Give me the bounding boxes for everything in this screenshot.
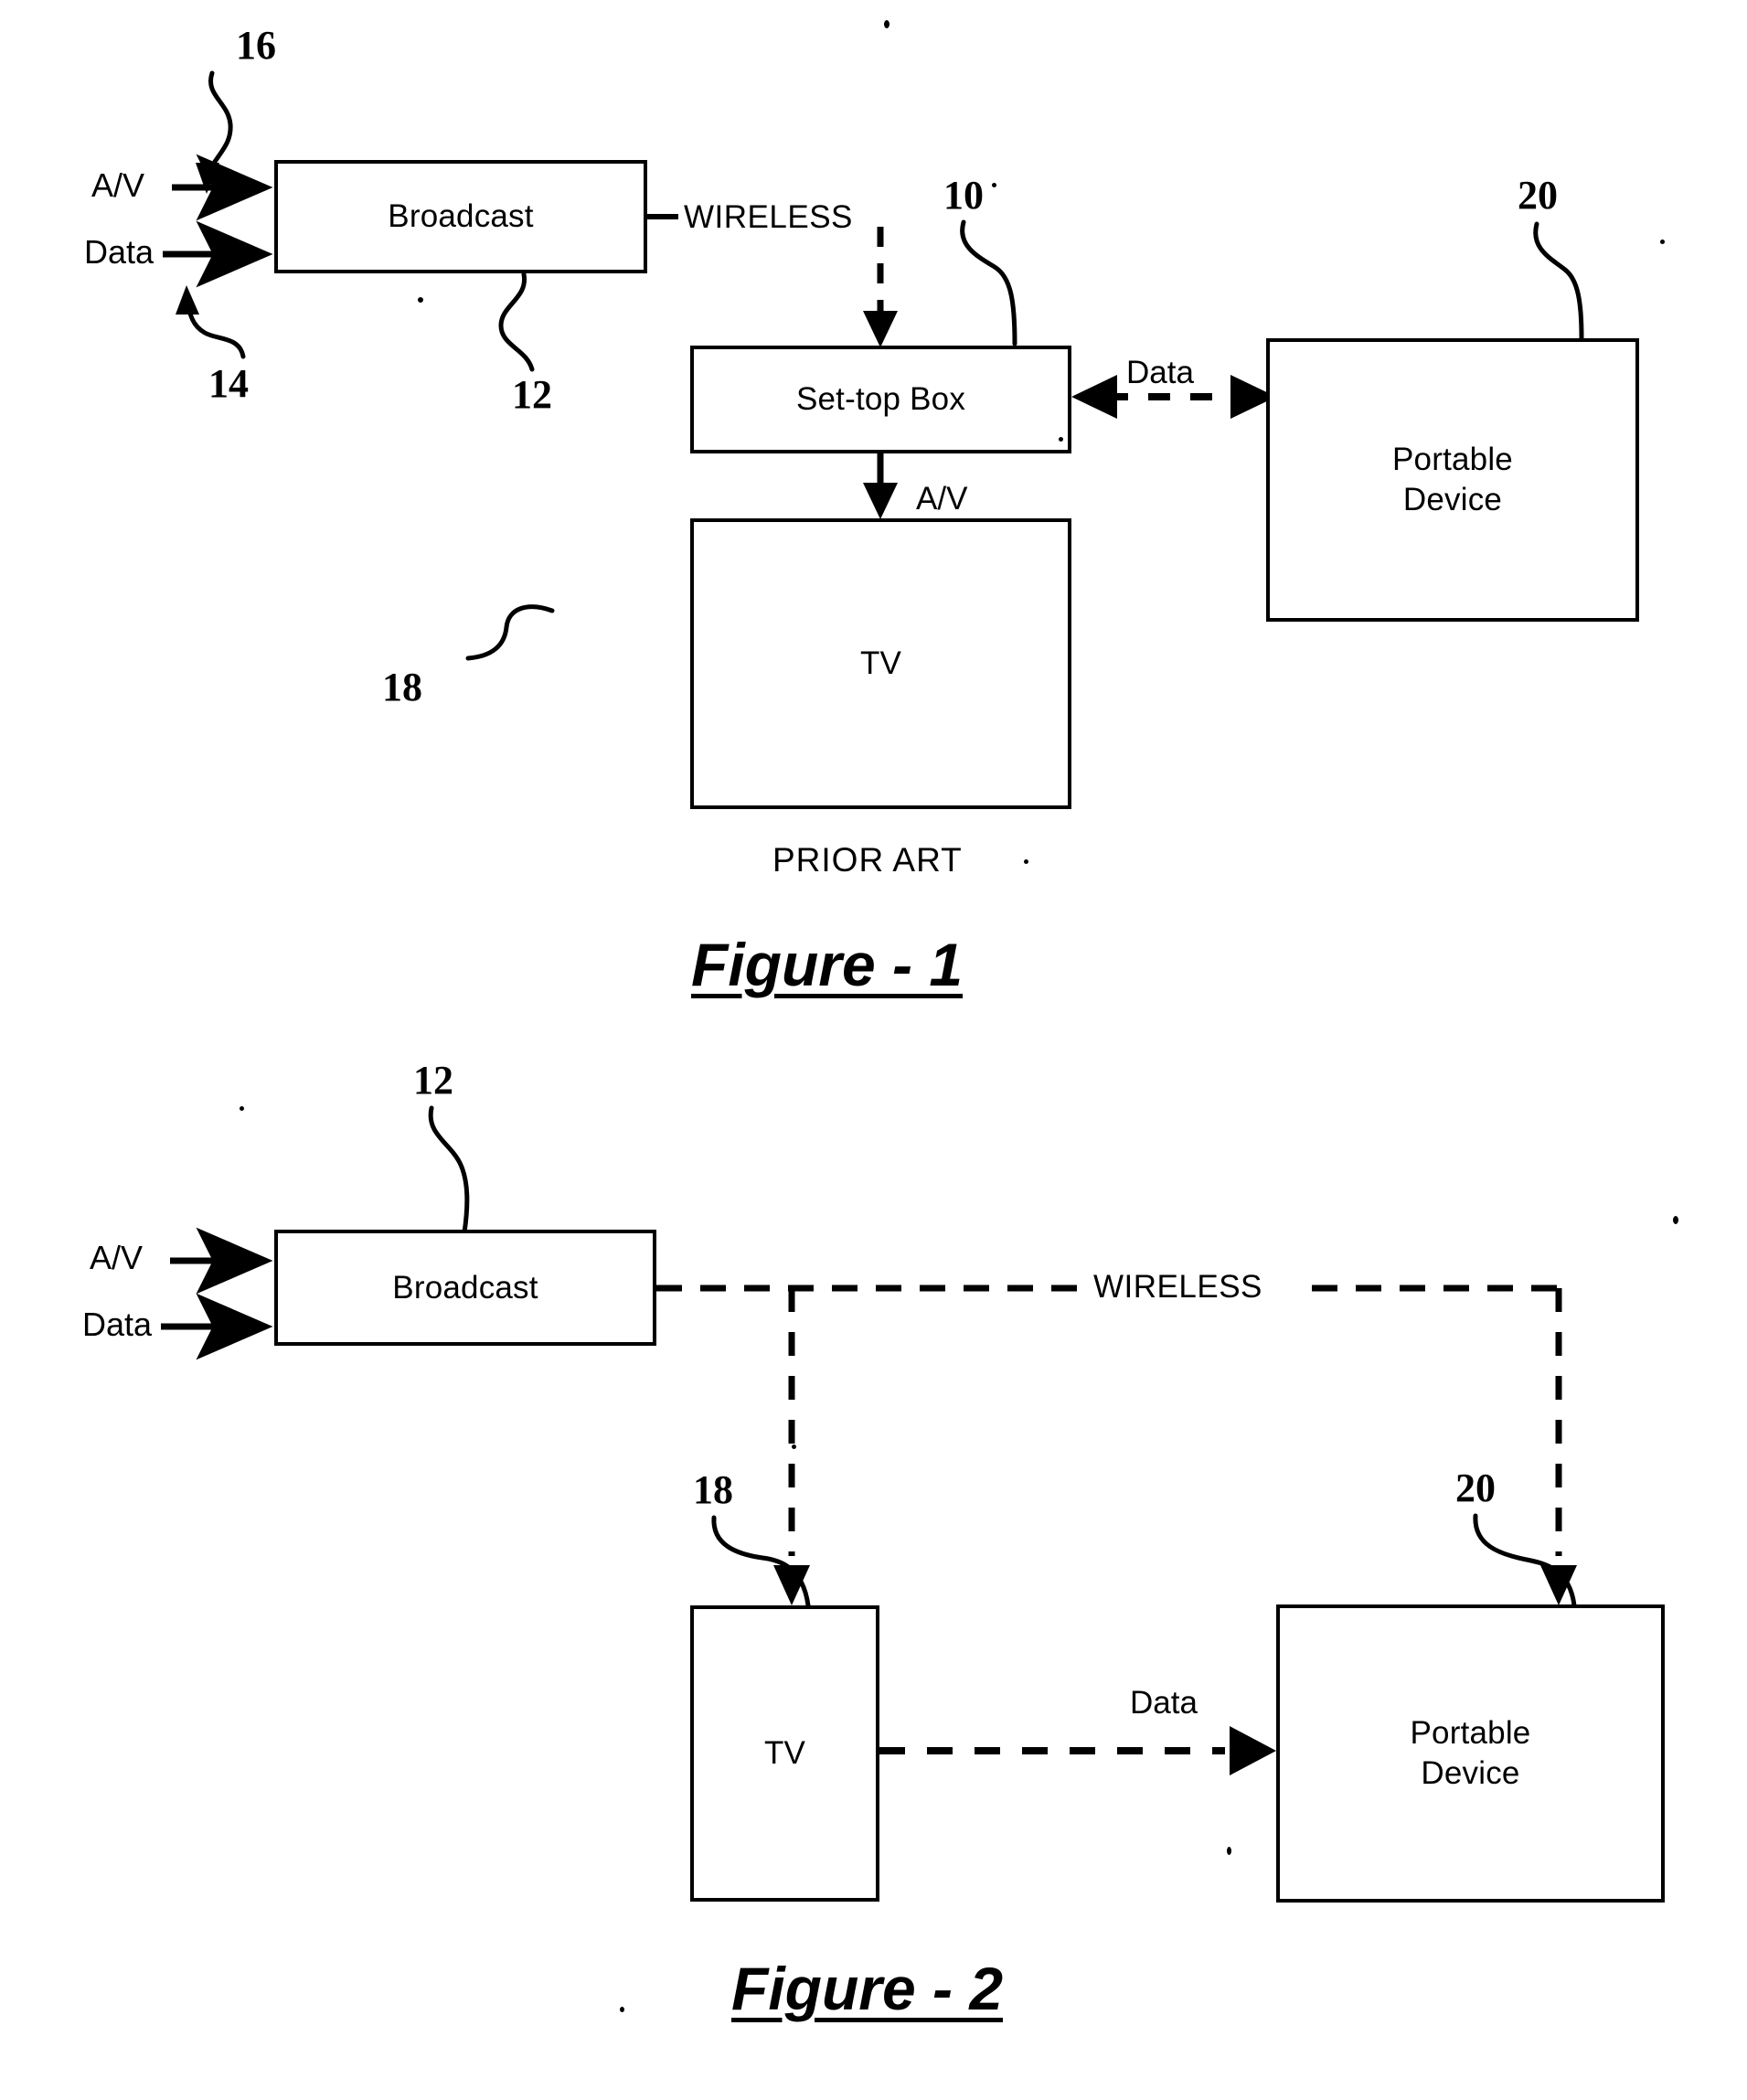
tv-box-fig2: TV (690, 1605, 879, 1902)
broadcast-box-label-fig1: Broadcast (388, 198, 534, 235)
ref-numeral-18-fig2: 18 (693, 1467, 733, 1512)
portable-device-label-line1: Portable (1392, 442, 1513, 478)
broadcast-box-fig2: Broadcast (274, 1230, 656, 1346)
wireless-dashed-arrow-fig1 (863, 227, 898, 347)
ref-numeral-20-fig1: 20 (1518, 173, 1558, 218)
scan-speck (240, 1106, 244, 1111)
data-link-arrow-fig2 (879, 1726, 1276, 1775)
av-output-arrow-fig1 (863, 453, 898, 519)
portable-device-box-label-fig2: Portable Device (1411, 1713, 1531, 1794)
scan-speck (1227, 1847, 1231, 1855)
av-output-label-fig1: A/V (916, 481, 968, 517)
scan-speck (992, 183, 996, 187)
patent-drawing-sheet: Broadcast Set-top Box TV Portable Device… (0, 0, 1747, 2100)
scan-speck (418, 297, 423, 303)
data-link-label-fig1: Data (1126, 355, 1194, 390)
scan-speck (1673, 1216, 1678, 1224)
set-top-box-fig1: Set-top Box (690, 346, 1071, 453)
broadcast-box-label-fig2: Broadcast (392, 1269, 538, 1306)
portable-device-label-line2-fig2: Device (1421, 1755, 1520, 1791)
scan-speck (1059, 437, 1063, 442)
leader-line-18-fig1 (465, 604, 555, 661)
ref-numeral-12-fig2: 12 (413, 1058, 453, 1103)
figure-1-caption: Figure - 1 (691, 931, 964, 998)
leader-line-12-fig2 (428, 1105, 470, 1235)
av-input-label-fig2: A/V (90, 1239, 144, 1276)
tv-box-label-fig1: TV (859, 645, 902, 682)
tv-box-fig1: TV (690, 518, 1071, 809)
tv-box-label-fig2: TV (763, 1735, 806, 1772)
leader-line-16 (196, 70, 233, 194)
leader-line-14 (176, 285, 246, 359)
figure-2-caption: Figure - 2 (731, 1955, 1004, 2022)
av-input-label-fig1: A/V (91, 166, 145, 204)
portable-device-box-label-fig1: Portable Device (1392, 440, 1513, 520)
scan-speck (620, 2007, 624, 2012)
portable-device-box-fig1: Portable Device (1266, 338, 1639, 622)
set-top-box-label-fig1: Set-top Box (795, 381, 966, 418)
scan-speck (792, 1444, 796, 1449)
data-input-label-fig1: Data (84, 233, 154, 271)
ref-numeral-20-fig2: 20 (1455, 1466, 1496, 1510)
portable-device-label-line2: Device (1402, 482, 1503, 517)
prior-art-label: PRIOR ART (772, 841, 963, 879)
ref-numeral-12-fig1: 12 (512, 372, 552, 417)
ref-numeral-18-fig1: 18 (382, 665, 422, 709)
broadcast-box-fig1: Broadcast (274, 160, 647, 273)
ref-numeral-16: 16 (236, 23, 276, 68)
data-input-label-fig2: Data (82, 1306, 153, 1343)
scan-speck (1024, 859, 1028, 864)
leader-line-18-fig2 (711, 1515, 811, 1608)
wireless-label-fig1: WIRELESS (684, 199, 853, 235)
wireless-branch-portable-fig2 (1540, 1288, 1577, 1605)
leader-line-20-fig2 (1473, 1513, 1577, 1608)
portable-device-box-fig2: Portable Device (1276, 1604, 1665, 1903)
leader-line-20-fig1 (1533, 221, 1584, 341)
ref-numeral-10: 10 (943, 173, 984, 218)
leader-line-10 (960, 219, 1017, 346)
scan-speck (1660, 240, 1665, 244)
portable-device-label-line1-fig2: Portable (1410, 1715, 1531, 1752)
data-link-label-fig2: Data (1130, 1685, 1198, 1721)
leader-line-12-fig1 (498, 272, 535, 372)
wireless-label-fig2: WIRELESS (1093, 1269, 1262, 1305)
ref-numeral-14: 14 (208, 361, 249, 406)
scan-speck (884, 20, 889, 28)
